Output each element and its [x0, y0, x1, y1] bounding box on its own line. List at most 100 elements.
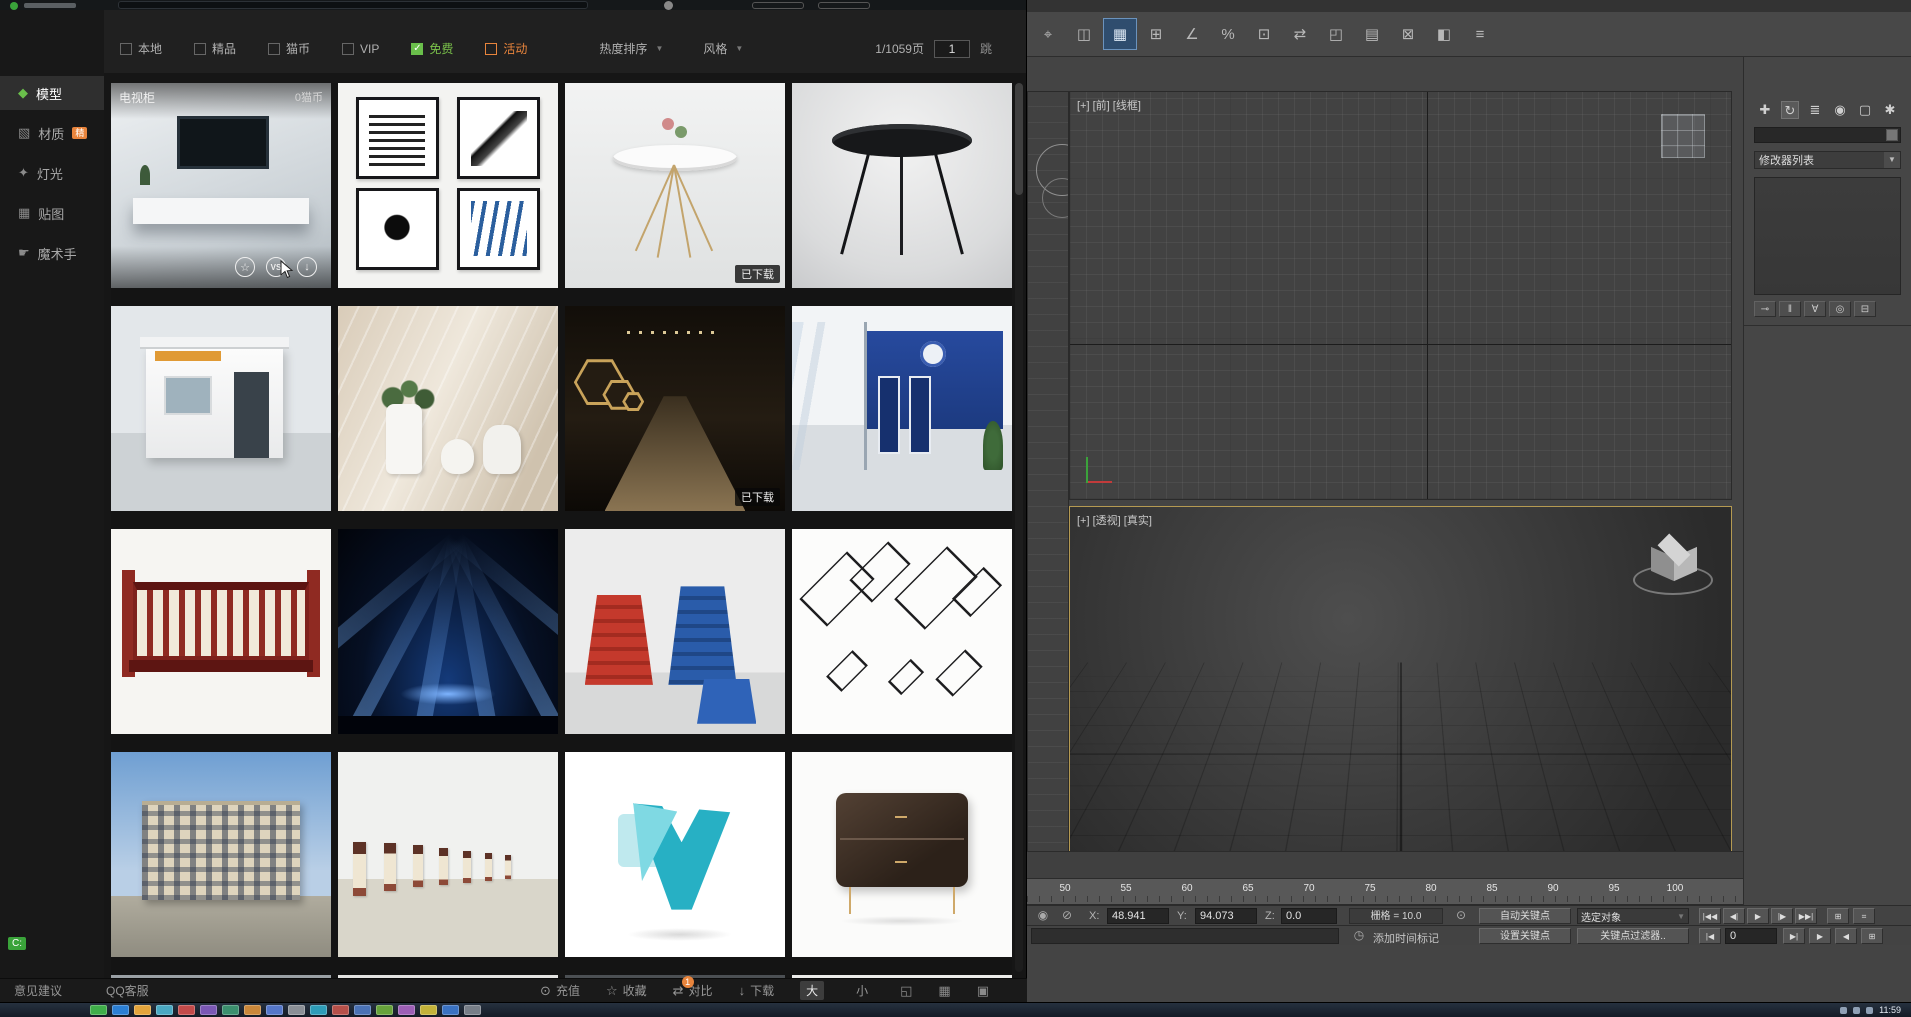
feedback-link[interactable]: 意见建议: [14, 982, 62, 999]
maximize-viewport-toggle[interactable]: ⊞: [1861, 928, 1883, 944]
viewcube-icon[interactable]: [1641, 533, 1707, 599]
model-tile-ceramic-vases[interactable]: [338, 306, 558, 511]
modifier-list-dropdown[interactable]: 修改器列表 ▼: [1754, 151, 1901, 169]
taskbar-app-icon[interactable]: [376, 1005, 393, 1015]
go-to-end-button[interactable]: ▶▶|: [1795, 908, 1817, 924]
transport-button[interactable]: ▶: [1809, 928, 1831, 944]
modifier-stack[interactable]: [1754, 177, 1901, 295]
toolbar-spinner-snap-icon[interactable]: ⊡: [1247, 18, 1281, 50]
tray-icon[interactable]: [1866, 1007, 1873, 1014]
model-tile-office-building[interactable]: [111, 752, 331, 957]
download-icon[interactable]: ↓: [297, 257, 317, 277]
key-mode-toggle[interactable]: ⊞: [1827, 908, 1849, 924]
model-tile-stage-lighting[interactable]: [338, 529, 558, 734]
utilities-tab-icon[interactable]: ✱: [1881, 101, 1899, 119]
isolate-selection-icon[interactable]: ◉: [1033, 908, 1053, 924]
track-bar[interactable]: [1027, 851, 1743, 879]
sidebar-item-material[interactable]: ▧ 材质 精: [0, 116, 104, 150]
key-icon[interactable]: |◀: [1699, 928, 1721, 944]
toolbar-angle-snap-icon[interactable]: ∠: [1175, 18, 1209, 50]
search-input[interactable]: [118, 1, 588, 9]
page-input[interactable]: [934, 40, 970, 58]
filter-vip[interactable]: VIP: [342, 42, 379, 56]
key-filters-button[interactable]: 关键点过滤器..: [1577, 928, 1689, 944]
set-key-button[interactable]: 设置关键点: [1479, 928, 1571, 944]
avatar[interactable]: [664, 1, 673, 10]
pin-stack-icon[interactable]: ⊸: [1754, 301, 1776, 317]
taskbar-app-icon[interactable]: [178, 1005, 195, 1015]
front-viewport-label[interactable]: [+] [前] [线框]: [1077, 97, 1141, 113]
compare-button[interactable]: ⇄1对比: [673, 982, 713, 999]
titlebar-button-1[interactable]: [752, 2, 804, 9]
selection-set-dropdown[interactable]: 选定对象▼: [1577, 908, 1689, 924]
sort-dropdown[interactable]: 热度排序▼: [599, 40, 663, 57]
toolbar-material-editor-icon[interactable]: ◧: [1427, 18, 1461, 50]
filter-coin[interactable]: 猫币: [268, 40, 310, 57]
tray-icon[interactable]: [1840, 1007, 1847, 1014]
add-time-tag[interactable]: 添加时间标记: [1373, 930, 1439, 946]
transport-button[interactable]: ◀: [1835, 928, 1857, 944]
next-frame-button[interactable]: |▶: [1771, 908, 1793, 924]
sidebar-item-texture[interactable]: ▦ 贴图: [0, 196, 104, 230]
model-tile-black-tray-table[interactable]: [792, 83, 1012, 288]
model-tile-wall-art[interactable]: [338, 83, 558, 288]
toolbar-select-icon[interactable]: ⌖: [1031, 18, 1065, 50]
selection-lock-icon[interactable]: ⊘: [1057, 908, 1077, 924]
perspective-viewport-active[interactable]: [+] [透视] [真实]: [1069, 506, 1732, 908]
object-name-field[interactable]: [1754, 127, 1901, 143]
style-dropdown[interactable]: 风格▼: [703, 40, 743, 57]
model-tile-culture-posts[interactable]: [338, 752, 558, 957]
modify-tab-icon[interactable]: ↻: [1781, 101, 1799, 119]
fullscreen-icon[interactable]: ◱: [900, 983, 912, 999]
z-coordinate-field[interactable]: 0.0: [1281, 908, 1337, 924]
time-config-button[interactable]: ⌗: [1853, 908, 1875, 924]
model-tile-red-signage-wall[interactable]: [111, 529, 331, 734]
timeline-ruler[interactable]: 50 55 60 65 70 75 80 85 90 95 100: [1027, 879, 1743, 905]
taskbar-app-icon[interactable]: [112, 1005, 129, 1015]
x-coordinate-field[interactable]: 48.941: [1107, 908, 1169, 924]
transport-button[interactable]: ▶|: [1783, 928, 1805, 944]
model-tile-wood-cabinet[interactable]: [792, 752, 1012, 957]
sidebar-item-model[interactable]: ◆ 模型: [0, 76, 104, 110]
taskbar-app-icon[interactable]: [222, 1005, 239, 1015]
size-small-button[interactable]: 小: [850, 981, 874, 1000]
grid-scrollbar[interactable]: [1015, 83, 1023, 972]
taskbar-app-icon[interactable]: [332, 1005, 349, 1015]
hierarchy-tab-icon[interactable]: ≣: [1806, 101, 1824, 119]
toolbar-percent-snap-icon[interactable]: %: [1211, 18, 1245, 50]
clock-icon[interactable]: ◷: [1349, 928, 1369, 944]
qq-service-link[interactable]: QQ客服: [106, 982, 149, 999]
taskbar-app-icon[interactable]: [266, 1005, 283, 1015]
taskbar-app-icon[interactable]: [398, 1005, 415, 1015]
model-tile-white-side-table[interactable]: 已下载: [565, 83, 785, 288]
transform-gizmo-icon[interactable]: ⊙: [1451, 908, 1471, 924]
grid-view-icon[interactable]: ▦: [938, 983, 950, 999]
toolbar-window-crossing-icon[interactable]: ⊞: [1139, 18, 1173, 50]
previous-frame-button[interactable]: ◀|: [1723, 908, 1745, 924]
left-viewport-partial[interactable]: [1027, 91, 1069, 908]
filter-free[interactable]: ✓免费: [411, 40, 453, 57]
model-tile-wire-frames[interactable]: [792, 529, 1012, 734]
motion-tab-icon[interactable]: ◉: [1831, 101, 1849, 119]
taskbar-app-icon[interactable]: [134, 1005, 151, 1015]
recharge-button[interactable]: ⊙充值: [540, 982, 580, 999]
current-frame-field[interactable]: 0: [1725, 928, 1777, 944]
taskbar-app-icon[interactable]: [244, 1005, 261, 1015]
display-tab-icon[interactable]: ▢: [1856, 101, 1874, 119]
toolbar-render-setup-icon[interactable]: ≡: [1463, 18, 1497, 50]
toolbar-snaps-toggle-icon[interactable]: ▦: [1103, 18, 1137, 50]
size-large-button[interactable]: 大: [800, 981, 824, 1000]
remove-modifier-icon[interactable]: ◎: [1829, 301, 1851, 317]
create-tab-icon[interactable]: ✚: [1756, 101, 1774, 119]
taskbar-app-icon[interactable]: [288, 1005, 305, 1015]
toolbar-mirror-icon[interactable]: ⇄: [1283, 18, 1317, 50]
model-tile-plastic-stools[interactable]: [565, 529, 785, 734]
front-viewport[interactable]: [+] [前] [线框]: [1069, 91, 1732, 500]
taskbar-app-icon[interactable]: [310, 1005, 327, 1015]
titlebar-button-2[interactable]: [818, 2, 870, 9]
filter-local[interactable]: 本地: [120, 40, 162, 57]
show-end-result-icon[interactable]: ‖: [1779, 301, 1801, 317]
tray-icon[interactable]: [1853, 1007, 1860, 1014]
filter-activity[interactable]: 活动: [485, 40, 527, 57]
taskbar-app-icon[interactable]: [90, 1005, 107, 1015]
